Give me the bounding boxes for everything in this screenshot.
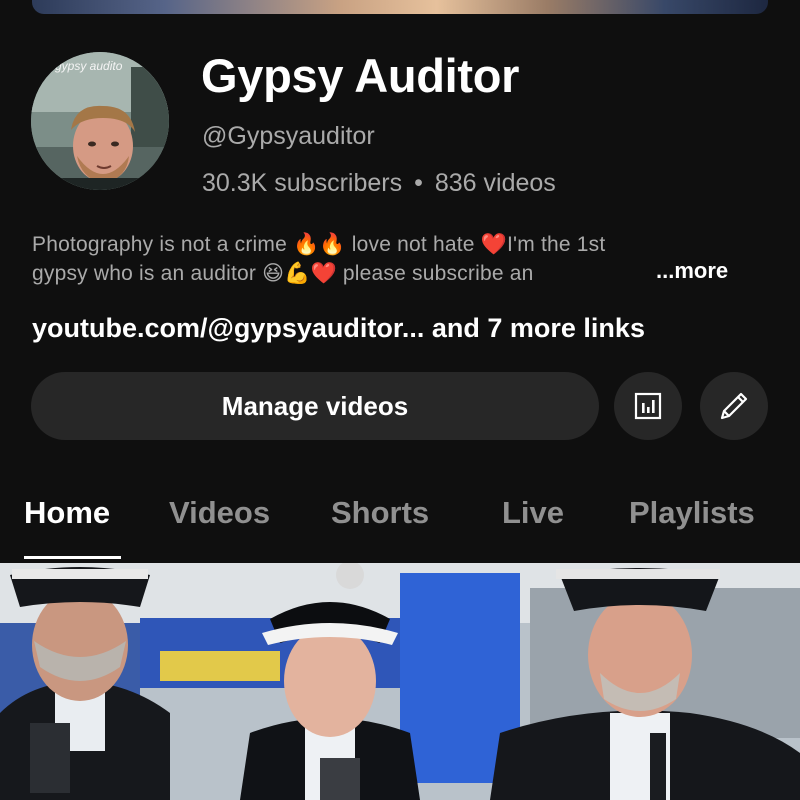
tab-shorts[interactable]: Shorts: [331, 495, 429, 531]
channel-banner[interactable]: [32, 0, 768, 14]
tab-live[interactable]: Live: [502, 495, 564, 531]
pencil-icon: [720, 392, 748, 420]
stats-separator: •: [414, 169, 423, 197]
avatar-caption: gypsy audito: [55, 59, 123, 73]
channel-links[interactable]: youtube.com/@gypsyauditor... and 7 more …: [32, 313, 645, 344]
channel-title: Gypsy Auditor: [201, 49, 520, 102]
featured-video-thumbnail[interactable]: [0, 563, 800, 800]
thumbnail-image: [0, 563, 800, 800]
tab-home[interactable]: Home: [24, 495, 110, 531]
channel-stats: 30.3K subscribers • 836 videos: [202, 169, 556, 198]
channel-handle: @Gypsyauditor: [202, 122, 375, 150]
bar-chart-icon: [634, 392, 662, 420]
video-count: 836 videos: [434, 169, 556, 197]
tab-playlists[interactable]: Playlists: [629, 495, 755, 531]
description-line: Photography is not a crime 🔥🔥 love not h…: [32, 233, 606, 256]
manage-videos-button[interactable]: Manage videos: [31, 372, 599, 440]
edit-channel-button[interactable]: [700, 372, 768, 440]
analytics-button[interactable]: [614, 372, 682, 440]
channel-avatar[interactable]: gypsy audito: [31, 52, 169, 190]
subscriber-count: 30.3K subscribers: [202, 169, 403, 197]
more-link[interactable]: ...more: [652, 258, 729, 284]
channel-tabs: Home Videos Shorts Live Playlists: [0, 495, 800, 563]
active-tab-indicator: [24, 556, 121, 559]
tab-videos[interactable]: Videos: [169, 495, 270, 531]
